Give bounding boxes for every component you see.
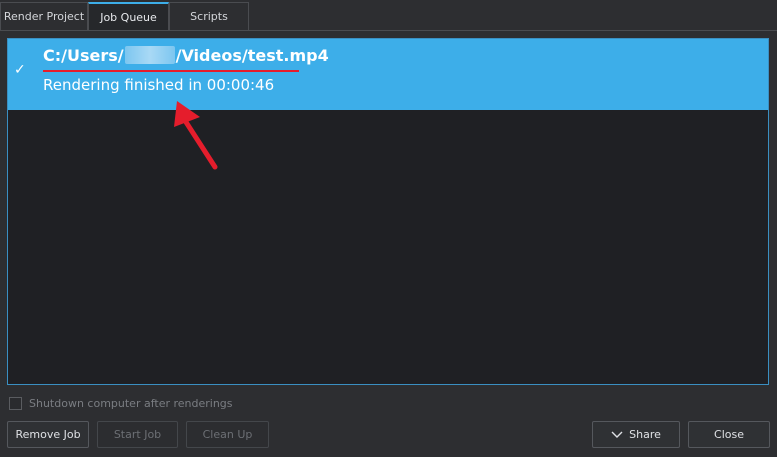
chevron-down-icon <box>611 431 623 439</box>
shutdown-label[interactable]: Shutdown computer after renderings <box>29 397 233 410</box>
job-list[interactable]: ✓ C:/Users/ /Videos/test.mp4 Rendering fi… <box>7 38 769 385</box>
shutdown-checkbox[interactable] <box>9 397 22 410</box>
tab-job-queue[interactable]: Job Queue <box>88 2 169 30</box>
annotation-underline <box>43 70 299 72</box>
job-status: Rendering finished in 00:00:46 <box>43 76 275 94</box>
tab-bar: Render Project Job Queue Scripts <box>0 0 777 31</box>
path-suffix: /Videos/test.mp4 <box>175 46 329 65</box>
clean-up-button[interactable]: Clean Up <box>186 421 269 448</box>
tab-divider <box>0 30 777 31</box>
checkmark-icon: ✓ <box>14 62 26 78</box>
start-job-button[interactable]: Start Job <box>97 421 178 448</box>
remove-job-button[interactable]: Remove Job <box>7 421 89 448</box>
path-prefix: C:/Users/ <box>43 46 124 65</box>
tab-render-project[interactable]: Render Project <box>0 2 88 30</box>
share-label: Share <box>629 428 661 441</box>
annotation-arrow-icon <box>174 101 218 170</box>
tab-scripts[interactable]: Scripts <box>169 2 249 30</box>
job-file-path: C:/Users/ /Videos/test.mp4 <box>43 46 329 68</box>
share-button[interactable]: Share <box>592 421 680 448</box>
job-item[interactable]: ✓ C:/Users/ /Videos/test.mp4 Rendering fi… <box>8 39 768 110</box>
redacted-username <box>124 46 175 64</box>
close-button[interactable]: Close <box>688 421 770 448</box>
